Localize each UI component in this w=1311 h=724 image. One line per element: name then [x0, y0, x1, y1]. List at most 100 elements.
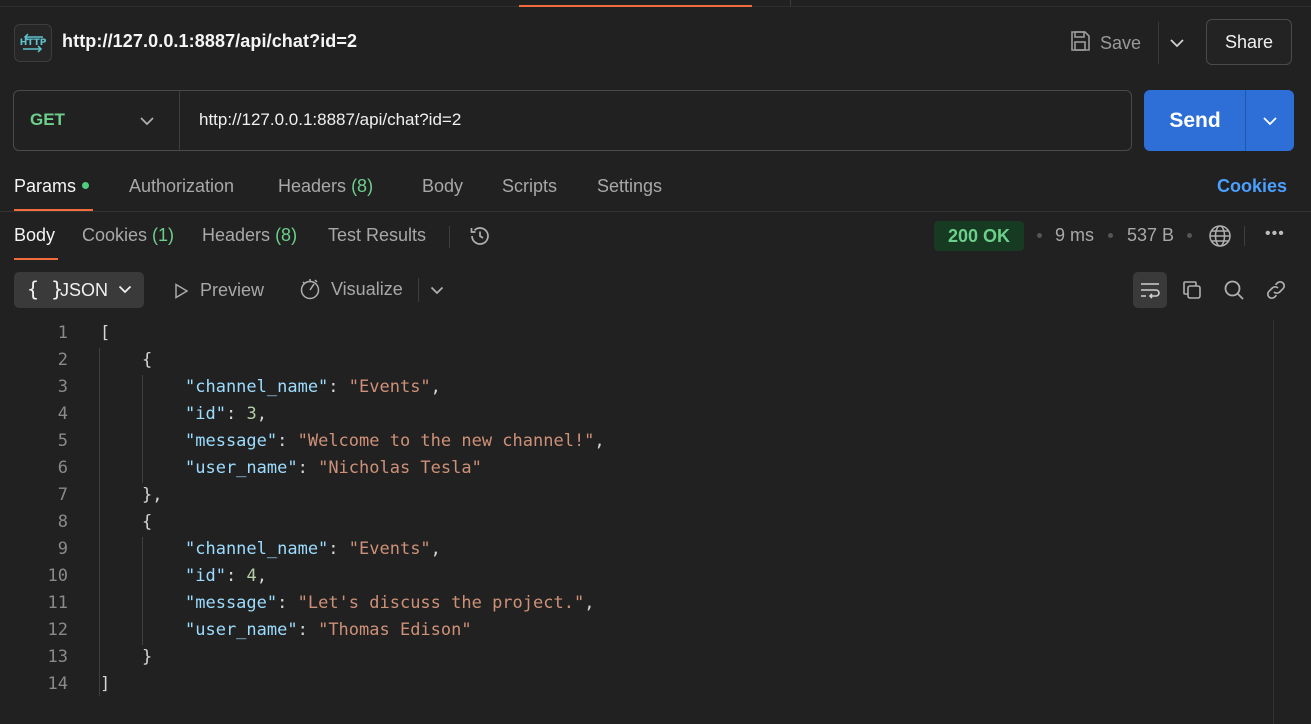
tab-params-label: Params: [14, 176, 77, 196]
line-number: 5: [57, 431, 68, 451]
response-tab-test-results[interactable]: Test Results: [328, 225, 426, 246]
svg-text:HTTP: HTTP: [20, 38, 47, 48]
preview-label: Preview: [200, 280, 265, 300]
json-value: "Welcome to the new channel!": [297, 431, 595, 451]
url-input[interactable]: http://127.0.0.1:8887/api/chat?id=2: [199, 110, 461, 130]
visualize-button[interactable]: Visualize: [298, 277, 403, 301]
response-tab-cookies[interactable]: Cookies (1): [82, 225, 174, 246]
code-line: 13}: [0, 644, 1270, 671]
line-number: 11: [47, 593, 68, 613]
code-line: 7},: [0, 482, 1270, 509]
line-number: 6: [57, 458, 68, 478]
code-text: "channel_name": "Events",: [185, 539, 441, 559]
response-cookies-label: Cookies: [82, 225, 148, 245]
save-icon: [1068, 29, 1092, 58]
code-line: 2{: [0, 347, 1270, 374]
tab-authorization[interactable]: Authorization: [129, 176, 234, 197]
code-line: 14]: [0, 671, 1270, 698]
history-icon[interactable]: [468, 224, 492, 248]
json-key: "id": [185, 404, 226, 424]
chevron-down-icon[interactable]: [116, 280, 134, 298]
code-text: "id": 3,: [185, 404, 267, 424]
copy-icon[interactable]: [1175, 272, 1209, 308]
response-tabs-divider: [449, 226, 450, 248]
meta-separator-dot: [1108, 233, 1113, 238]
tab-scripts[interactable]: Scripts: [502, 176, 557, 197]
line-number: 2: [57, 350, 68, 370]
tab-body[interactable]: Body: [422, 176, 463, 197]
code-text: "message": "Let's discuss the project.",: [185, 593, 595, 613]
code-text: "user_name": "Thomas Edison": [185, 620, 472, 640]
cookies-link[interactable]: Cookies: [1217, 176, 1287, 197]
response-tab-headers[interactable]: Headers (8): [202, 225, 297, 246]
visualize-divider: [418, 278, 419, 302]
headers-count: (8): [351, 176, 374, 196]
code-text: "user_name": "Nicholas Tesla": [185, 458, 482, 478]
code-line: 11 "message": "Let's discuss the project.…: [0, 590, 1270, 617]
line-number: 9: [57, 539, 68, 559]
more-options-icon[interactable]: •••: [1265, 225, 1285, 243]
code-line: 6 "user_name": "Nicholas Tesla": [0, 455, 1270, 482]
json-key: "channel_name": [185, 377, 329, 397]
request-bar: [13, 90, 1132, 151]
save-button[interactable]: Save: [1068, 24, 1141, 62]
response-size[interactable]: 537 B: [1127, 225, 1174, 246]
line-number: 7: [57, 485, 68, 505]
chevron-down-icon[interactable]: [428, 281, 446, 299]
save-divider: [1158, 22, 1159, 64]
code-text: },: [142, 485, 163, 505]
request-title[interactable]: http://127.0.0.1:8887/api/chat?id=2: [62, 31, 357, 52]
globe-icon[interactable]: [1207, 223, 1233, 249]
response-time[interactable]: 9 ms: [1055, 225, 1094, 246]
save-options-chevron-down-icon[interactable]: [1166, 32, 1188, 54]
search-icon[interactable]: [1217, 272, 1251, 308]
tab-separator: [790, 0, 791, 6]
response-tab-body[interactable]: Body: [14, 225, 55, 246]
active-tab-indicator: [519, 5, 752, 7]
code-line: 3 "channel_name": "Events",: [0, 374, 1270, 401]
wrap-lines-icon[interactable]: [1133, 272, 1167, 308]
method-select[interactable]: GET: [30, 110, 65, 130]
line-number: 10: [47, 566, 68, 586]
response-cookies-count: (1): [152, 225, 175, 245]
vertical-scrollbar[interactable]: [1273, 320, 1274, 724]
code-line: 1[: [0, 320, 1270, 347]
json-key: "channel_name": [185, 539, 329, 559]
meta-separator-dot: [1037, 233, 1042, 238]
json-value: 4: [246, 566, 257, 586]
response-headers-count: (8): [275, 225, 298, 245]
code-text: {: [142, 350, 153, 370]
share-button[interactable]: Share: [1206, 19, 1292, 65]
preview-button[interactable]: Preview: [172, 280, 264, 301]
json-value: "Events": [348, 377, 431, 397]
code-line: 4 "id": 3,: [0, 401, 1270, 428]
json-key: "user_name": [185, 458, 298, 478]
format-label: JSON: [60, 280, 109, 300]
meta-divider: [1244, 226, 1245, 246]
chevron-down-icon[interactable]: [137, 111, 157, 131]
response-body-editor[interactable]: 1[2{3 "channel_name": "Events", 4 "id": 3, 5…: [0, 320, 1270, 724]
code-line: 9 "channel_name": "Events",: [0, 536, 1270, 563]
send-options-chevron-down-icon[interactable]: [1259, 110, 1281, 132]
line-number: 13: [47, 647, 68, 667]
code-text: [: [100, 323, 111, 343]
line-number: 3: [57, 377, 68, 397]
json-key: "id": [185, 566, 226, 586]
status-badge[interactable]: 200 OK: [934, 221, 1024, 251]
active-response-tab-underline: [14, 258, 58, 260]
code-text: "message": "Welcome to the new channel!"…: [185, 431, 605, 451]
params-indicator-dot: [82, 181, 90, 189]
send-button[interactable]: Send: [1144, 90, 1246, 151]
line-number: 12: [47, 620, 68, 640]
line-number: 8: [57, 512, 68, 532]
tab-params[interactable]: Params: [14, 176, 90, 197]
code-text: ]: [100, 674, 111, 694]
json-value: "Events": [348, 539, 431, 559]
link-icon[interactable]: [1259, 272, 1293, 308]
braces-icon: { }: [27, 277, 64, 301]
code-text: {: [142, 512, 153, 532]
code-line: 10 "id": 4,: [0, 563, 1270, 590]
code-line: 8{: [0, 509, 1270, 536]
tab-headers[interactable]: Headers (8): [278, 176, 373, 197]
tab-settings[interactable]: Settings: [597, 176, 662, 197]
